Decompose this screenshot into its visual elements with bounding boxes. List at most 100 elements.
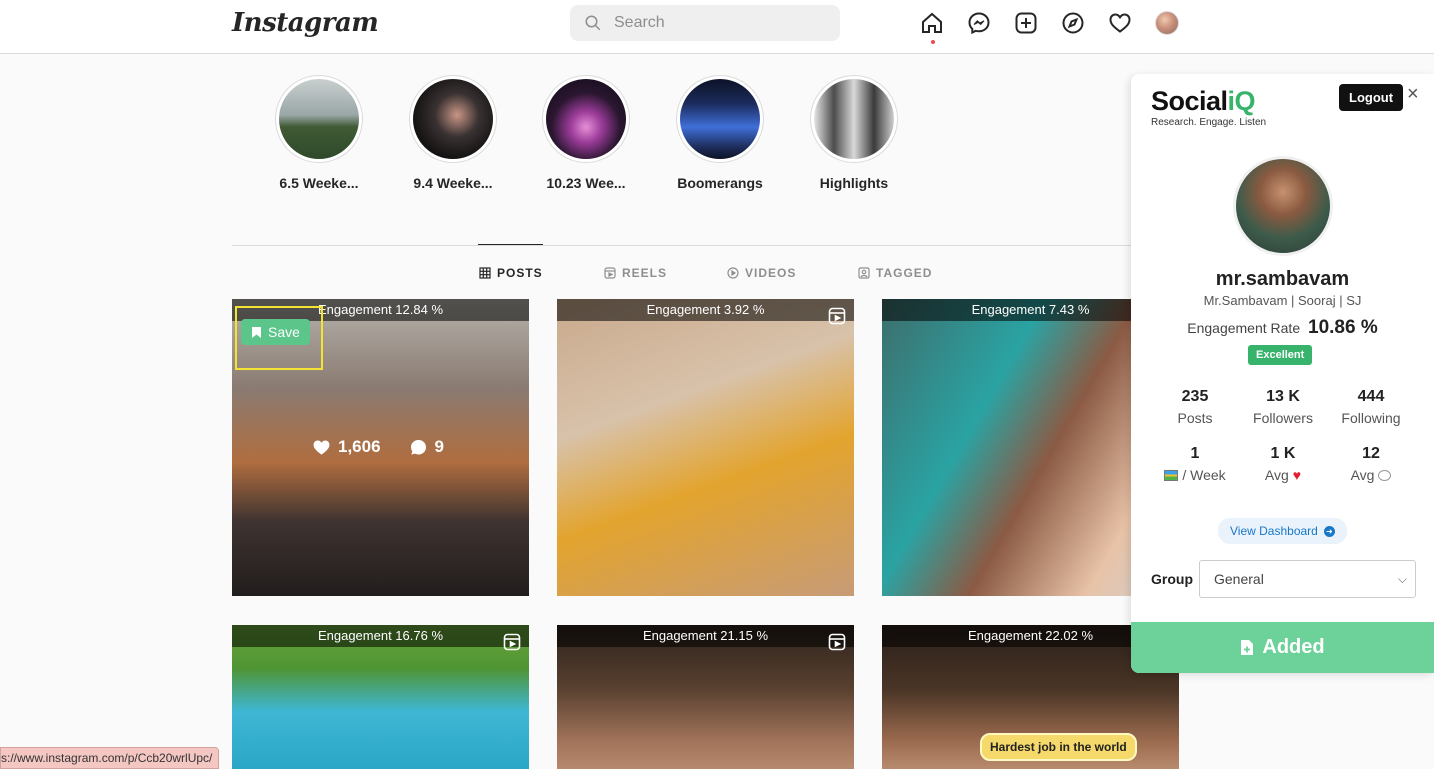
reel-icon (828, 633, 846, 651)
chevron-down-icon: ⌵ (1397, 572, 1407, 586)
search-bar[interactable] (570, 5, 840, 41)
tab-posts[interactable]: POSTS (479, 266, 543, 280)
nav-icons (920, 10, 1179, 44)
rating-badge: Excellent (1248, 345, 1313, 365)
highlight-ring (542, 75, 630, 163)
explore-button[interactable] (1061, 10, 1085, 36)
group-select-value: General (1214, 571, 1264, 587)
likes-count: 1,606 (312, 437, 381, 457)
tab-reels[interactable]: REELS (604, 266, 667, 280)
stat-label: Followers (1253, 410, 1313, 426)
highlight-label: 10.23 Wee... (546, 175, 626, 191)
tabs-divider (232, 245, 1132, 246)
added-label: Added (1262, 636, 1325, 658)
heart-icon (313, 440, 330, 455)
instagram-logo[interactable]: Instagram (232, 8, 379, 38)
tag-icon (858, 267, 870, 279)
messenger-icon (968, 12, 990, 35)
highlight-ring (409, 75, 497, 163)
stat-posts-per-week: 1 / Week (1147, 445, 1243, 483)
highlight-thumbnail (814, 79, 894, 159)
highlight-thumbnail (680, 79, 760, 159)
brand-tagline: Research. Engage. Listen (1151, 117, 1267, 128)
avatar (1155, 11, 1179, 35)
new-post-button[interactable] (1014, 10, 1038, 36)
comments-value: 9 (434, 437, 445, 456)
play-icon (727, 267, 739, 279)
post-tile[interactable]: Engagement 16.76 % (232, 625, 529, 769)
highlight-item[interactable]: 6.5 Weeke... (274, 75, 364, 191)
tab-label: TAGGED (876, 266, 933, 280)
engagement-label: Engagement 21.15 % (557, 625, 854, 647)
stat-avg-comments: 12 Avg (1323, 445, 1419, 483)
stat-value: 444 (1357, 388, 1385, 405)
tab-label: VIDEOS (745, 266, 797, 280)
post-tile[interactable]: Engagement 3.92 % (557, 299, 854, 596)
post-stats: 1,606 9 (312, 437, 444, 457)
stat-value: 1 K (1270, 445, 1296, 462)
highlight-item[interactable]: Boomerangs (675, 75, 765, 191)
group-select[interactable]: General ⌵ (1199, 560, 1416, 598)
highlight-item[interactable]: 9.4 Weeke... (408, 75, 498, 191)
engagement-label: Engagement 16.76 % (232, 625, 529, 647)
tab-label: REELS (622, 266, 668, 280)
socialiq-logo: SocialiQ Research. Engage. Listen (1151, 86, 1266, 128)
profile-full-name: Mr.Sambavam | Sooraj | SJ (1203, 293, 1362, 308)
stat-value: 1 (1190, 445, 1200, 462)
post-caption-sticker: Hardest job in the world (980, 733, 1137, 761)
close-icon[interactable]: × (1407, 84, 1419, 104)
stat-label: Avg (1264, 467, 1289, 483)
stat-label: Avg (1350, 467, 1375, 483)
status-bar-url: s://www.instagram.com/p/Ccb20wrlUpc/ (0, 747, 220, 769)
compass-icon (1062, 12, 1084, 34)
likes-value: 1,606 (338, 437, 381, 456)
home-button[interactable] (920, 10, 944, 44)
stat-label: / Week (1182, 467, 1226, 483)
save-button[interactable]: Save (241, 319, 310, 345)
image-icon (1164, 469, 1179, 481)
tab-label: POSTS (497, 266, 543, 280)
home-icon (922, 12, 942, 33)
file-plus-icon (1241, 640, 1254, 655)
add-icon (1015, 12, 1037, 34)
highlight-ring (676, 75, 764, 163)
top-nav: Instagram (0, 0, 1434, 54)
stat-value: 235 (1181, 388, 1209, 405)
stat-label-row: Avg (1323, 467, 1419, 483)
highlight-thumbnail (413, 79, 493, 159)
stat-following: 444 Following (1323, 388, 1419, 426)
post-tile[interactable]: Engagement 21.15 % (557, 625, 854, 769)
stat-label-row: / Week (1147, 467, 1243, 483)
reel-icon (503, 633, 521, 651)
brand-name: SocialiQ (1151, 86, 1266, 117)
profile-button[interactable] (1155, 10, 1179, 36)
arrow-icon: ➜ (1323, 525, 1335, 537)
added-button[interactable]: Added (1131, 622, 1434, 673)
comment-icon (410, 439, 426, 455)
engagement-rate-value: 10.86 % (1308, 317, 1378, 338)
brand-name-iq: iQ (1227, 86, 1256, 116)
highlight-thumbnail (279, 79, 359, 159)
speech-bubble-icon (1378, 469, 1392, 481)
stat-label: Posts (1177, 410, 1213, 426)
comments-count: 9 (409, 437, 444, 457)
activity-button[interactable] (1108, 10, 1132, 36)
stat-avg-likes: 1 K Avg ♥ (1235, 445, 1331, 483)
search-icon (585, 15, 601, 31)
engagement-rate: Engagement Rate 10.86 % (1131, 317, 1434, 339)
logout-button[interactable]: Logout (1339, 84, 1404, 111)
search-input[interactable] (614, 14, 814, 32)
active-tab-indicator (478, 244, 543, 245)
highlight-item[interactable]: 10.23 Wee... (541, 75, 631, 191)
highlight-label: Boomerangs (677, 175, 763, 191)
view-dashboard-button[interactable]: View Dashboard ➜ (1218, 518, 1347, 544)
bookmark-icon (252, 326, 261, 338)
stat-label: Following (1341, 410, 1401, 426)
tab-tagged[interactable]: TAGGED (858, 266, 932, 280)
post-tile[interactable]: Engagement 12.84 % Save 1,606 9 (232, 299, 529, 596)
tab-videos[interactable]: VIDEOS (727, 266, 796, 280)
stat-followers: 13 K Followers (1235, 388, 1331, 426)
brand-name-main: Social (1151, 86, 1228, 116)
messenger-button[interactable] (967, 10, 991, 36)
highlight-item[interactable]: Highlights (809, 75, 899, 191)
